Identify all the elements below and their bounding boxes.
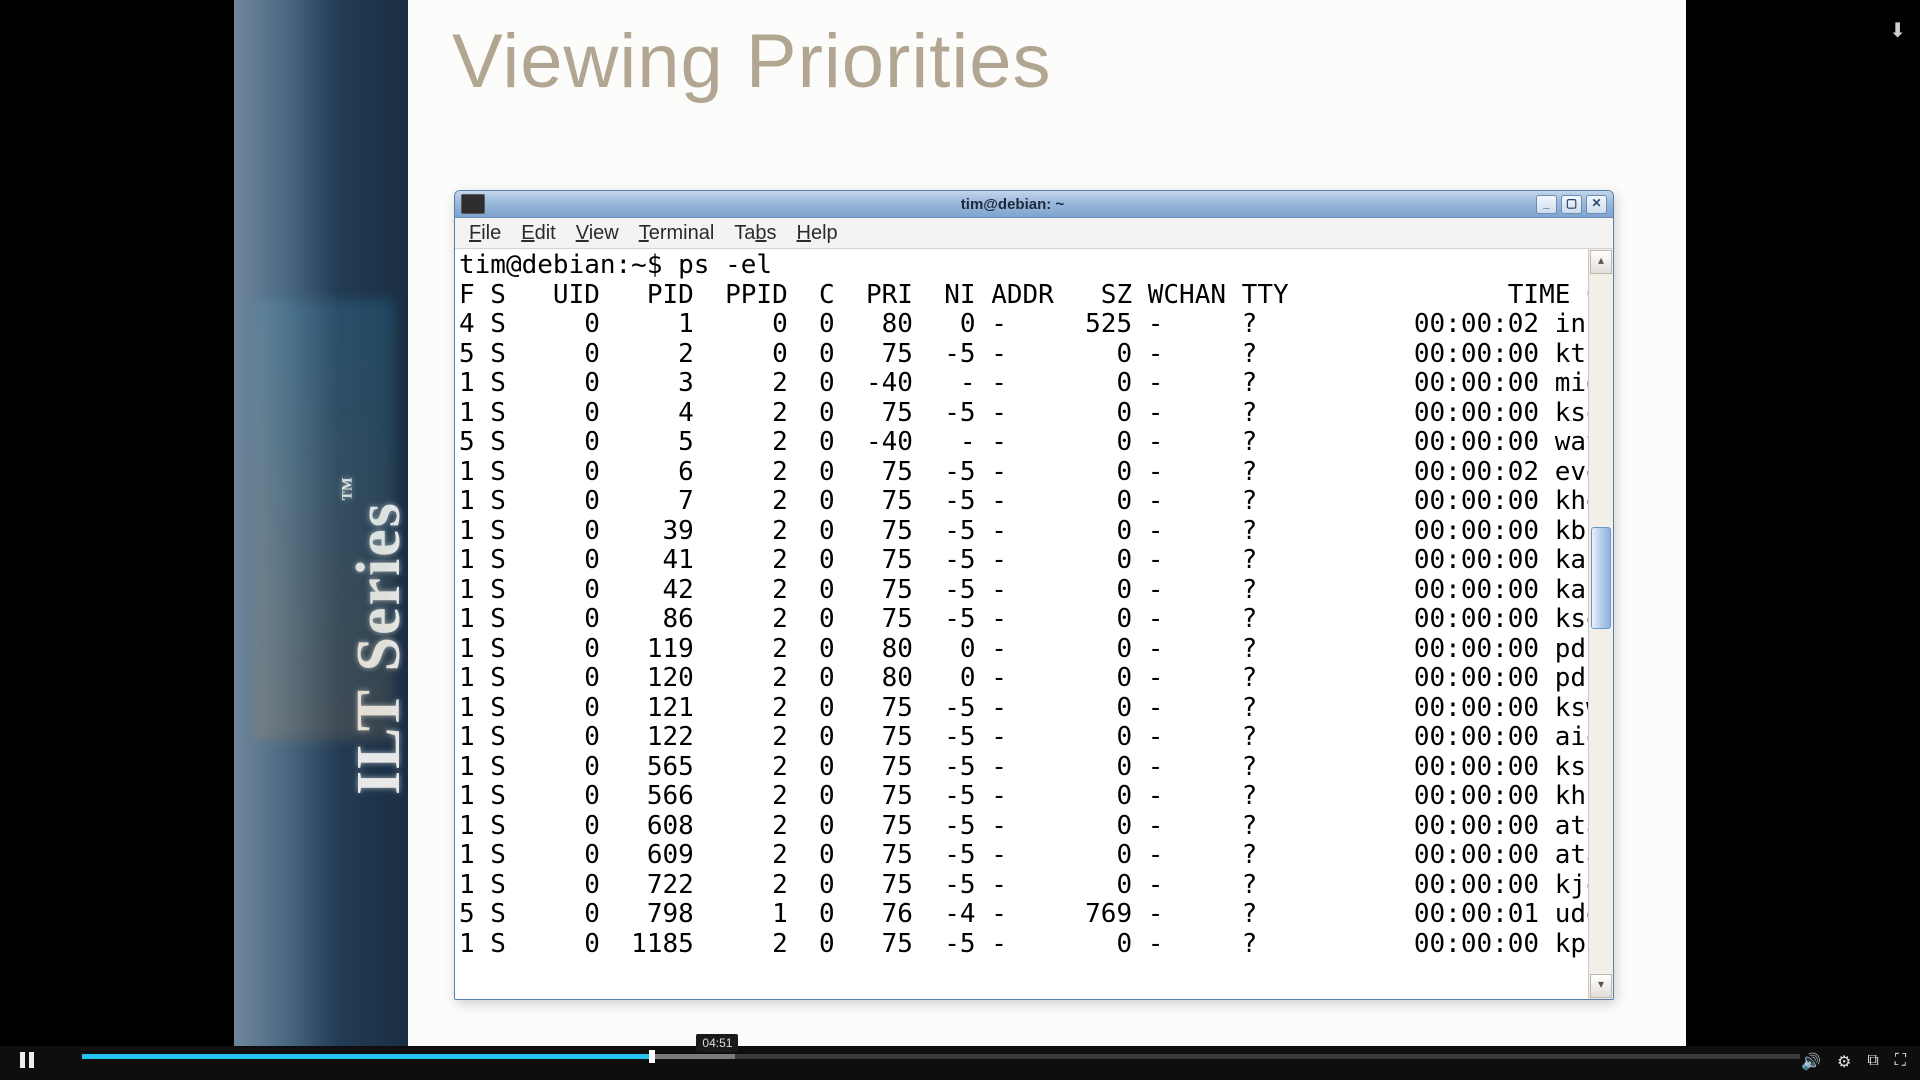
window-titlebar[interactable]: tim@debian: ~ _ ▢ ✕	[455, 191, 1613, 218]
window-title: tim@debian: ~	[491, 196, 1534, 213]
seek-played	[82, 1054, 649, 1059]
menu-help[interactable]: Help	[787, 220, 848, 247]
terminal-app-icon	[461, 194, 485, 214]
vertical-scrollbar[interactable]: ▴ ▾	[1588, 249, 1613, 999]
brand-text: ILT Series	[345, 501, 408, 795]
fullscreen-button[interactable]: ⛶	[1895, 1052, 1906, 1072]
menu-tabs[interactable]: Tabs	[724, 220, 786, 247]
video-stage: ILT Series™ Viewing Priorities tim@debia…	[0, 0, 1920, 1046]
terminal-output[interactable]: tim@debian:~$ ps -el F S UID PID PPID C …	[455, 249, 1589, 999]
scroll-down-button[interactable]: ▾	[1590, 974, 1612, 998]
download-arrow-icon[interactable]: ⬇	[1889, 18, 1906, 43]
seek-handle[interactable]	[649, 1050, 655, 1063]
video-controls: 04:51 🔊 ⚙ ⧉ ⛶	[0, 1046, 1920, 1080]
trademark-icon: ™	[338, 475, 364, 501]
seek-tooltip: 04:51	[696, 1034, 738, 1052]
minimize-button[interactable]: _	[1536, 195, 1557, 214]
slide-side-strip: ILT Series™	[234, 0, 408, 1046]
scroll-up-button[interactable]: ▴	[1590, 250, 1612, 274]
maximize-button[interactable]: ▢	[1561, 195, 1582, 214]
play-pause-button[interactable]	[20, 1052, 34, 1073]
menu-terminal[interactable]: Terminal	[629, 220, 725, 247]
settings-button[interactable]: ⚙	[1837, 1052, 1851, 1072]
brand-label: ILT Series™	[344, 475, 408, 795]
scroll-thumb[interactable]	[1591, 527, 1611, 629]
volume-button[interactable]: 🔊	[1801, 1052, 1821, 1072]
pause-icon	[20, 1052, 34, 1068]
menu-file[interactable]: File	[459, 220, 511, 247]
menu-bar: File Edit View Terminal Tabs Help	[455, 218, 1613, 249]
terminal-window: tim@debian: ~ _ ▢ ✕ File Edit View Termi…	[454, 190, 1614, 1000]
menu-view[interactable]: View	[566, 220, 629, 247]
seek-buffered	[649, 1054, 735, 1059]
slide-body: Viewing Priorities tim@debian: ~ _ ▢ ✕ F…	[408, 0, 1686, 1046]
slide-title: Viewing Priorities	[452, 18, 1052, 105]
seek-bar[interactable]	[82, 1054, 1800, 1059]
slide-container: ILT Series™ Viewing Priorities tim@debia…	[234, 0, 1686, 1046]
pip-button[interactable]: ⧉	[1867, 1052, 1878, 1072]
close-button[interactable]: ✕	[1586, 195, 1607, 214]
menu-edit[interactable]: Edit	[511, 220, 565, 247]
